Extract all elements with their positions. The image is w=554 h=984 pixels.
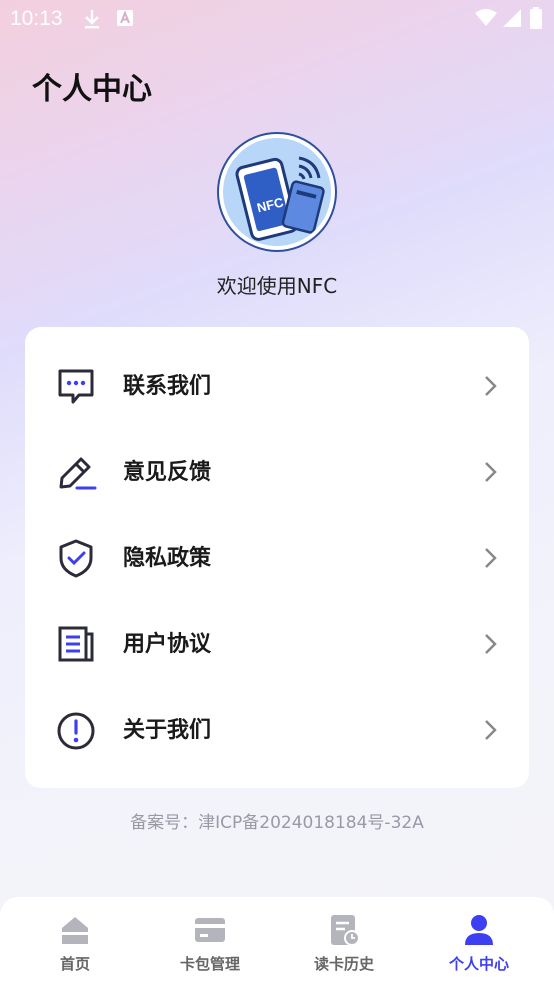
chat-bubble-icon xyxy=(58,369,94,404)
chevron-right-icon xyxy=(485,720,497,740)
pencil-icon xyxy=(59,457,97,490)
tab-label: 读卡历史 xyxy=(313,955,374,973)
signal-icon xyxy=(503,9,521,32)
tab-label: 首页 xyxy=(59,955,90,973)
home-icon xyxy=(62,917,88,944)
menu-item-privacy-policy[interactable]: 隐私政策 xyxy=(25,514,529,600)
tab-label: 卡包管理 xyxy=(179,955,240,973)
page-title: 个人中心 xyxy=(32,72,152,107)
chevron-right-icon xyxy=(485,376,497,396)
nfc-phone-icon: NFC xyxy=(235,156,325,241)
font-a-icon xyxy=(116,8,134,33)
user-icon xyxy=(465,915,493,945)
shield-check-icon xyxy=(59,539,93,578)
battery-icon xyxy=(530,7,542,34)
chevron-right-icon xyxy=(485,462,497,482)
tab-read-history[interactable]: 读卡历史 xyxy=(275,897,413,984)
menu-item-contact-us[interactable]: 联系我们 xyxy=(25,342,529,428)
menu-card: 联系我们 意见反馈 隐私政策 用户协议 关于我们 xyxy=(25,327,529,788)
bottom-tab-bar: 首页 卡包管理 读卡历史 个人中心 xyxy=(0,897,554,984)
menu-item-label: 关于我们 xyxy=(123,718,212,743)
menu-item-label: 意见反馈 xyxy=(123,460,212,485)
chevron-right-icon xyxy=(485,634,497,654)
menu-item-about-us[interactable]: 关于我们 xyxy=(25,686,529,772)
status-bar: 10:13 xyxy=(0,0,554,38)
tab-home[interactable]: 首页 xyxy=(6,897,144,984)
card-icon xyxy=(195,918,225,942)
info-exclamation-icon xyxy=(57,712,95,750)
avatar: NFC xyxy=(217,132,337,252)
menu-item-label: 用户协议 xyxy=(123,632,212,657)
icp-record: 备案号：津ICP备2024018184号-32A xyxy=(130,813,424,833)
menu-item-feedback[interactable]: 意见反馈 xyxy=(25,428,529,514)
status-time: 10:13 xyxy=(10,7,63,30)
welcome-text: 欢迎使用NFC xyxy=(216,274,338,298)
document-icon xyxy=(58,626,94,662)
tab-card-management[interactable]: 卡包管理 xyxy=(141,897,279,984)
tab-personal-center[interactable]: 个人中心 xyxy=(410,897,548,984)
menu-item-user-agreement[interactable]: 用户协议 xyxy=(25,600,529,686)
menu-item-label: 隐私政策 xyxy=(123,546,212,571)
chevron-right-icon xyxy=(485,548,497,568)
menu-item-label: 联系我们 xyxy=(123,374,212,399)
download-icon xyxy=(82,8,102,35)
tab-label: 个人中心 xyxy=(448,955,509,973)
history-icon xyxy=(331,915,360,946)
wifi-icon xyxy=(475,9,497,32)
